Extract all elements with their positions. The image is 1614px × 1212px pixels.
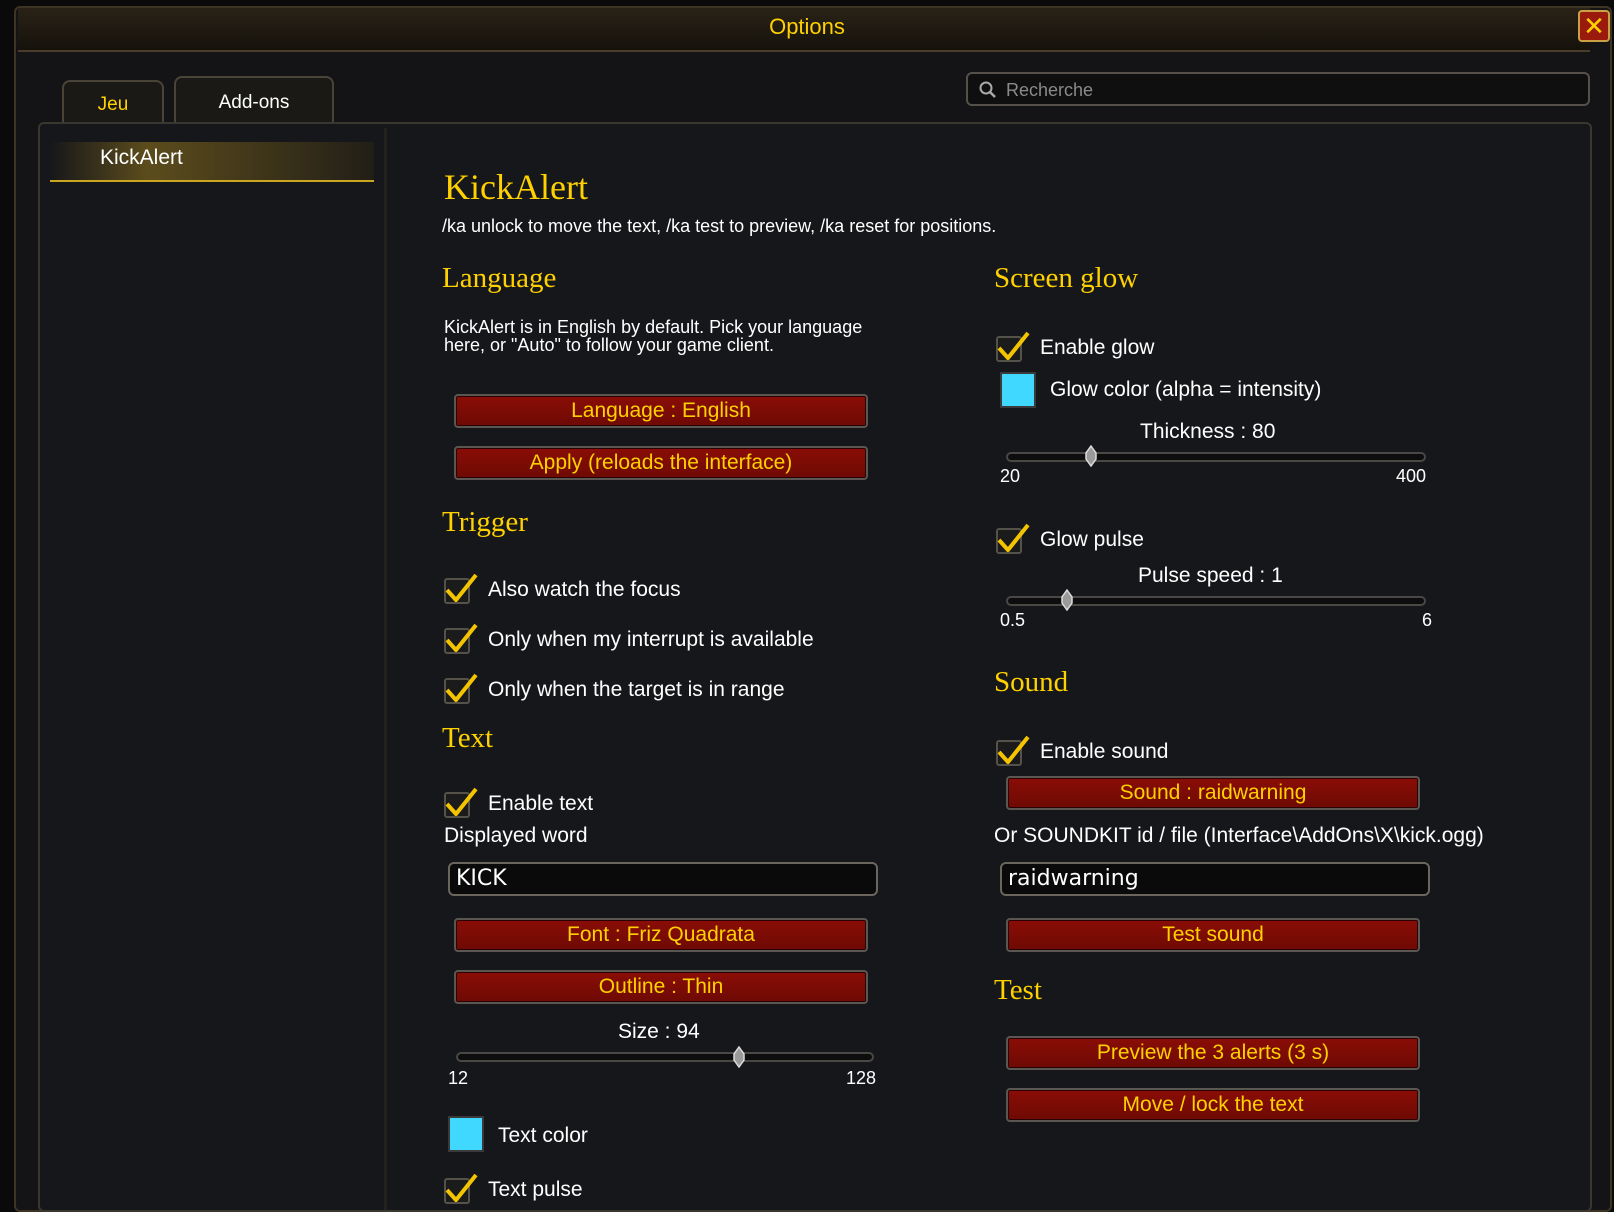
thickness-label: Thickness : 80 — [1140, 420, 1276, 443]
test-sound-button[interactable]: Test sound — [1006, 918, 1420, 952]
thickness-slider[interactable] — [1006, 452, 1426, 462]
window-title: Options — [769, 14, 845, 39]
focus-checkbox[interactable] — [442, 570, 478, 606]
interrupt-available-label: Only when my interrupt is available — [488, 628, 814, 651]
size-slider-thumb[interactable] — [733, 1046, 745, 1068]
in-range-label: Only when the target is in range — [488, 678, 785, 701]
enable-sound-label: Enable sound — [1040, 740, 1169, 763]
language-heading: Language — [442, 262, 557, 294]
text-pulse-label: Text pulse — [488, 1178, 583, 1201]
soundkit-input[interactable]: raidwarning — [1000, 862, 1430, 896]
size-max: 128 — [846, 1068, 877, 1088]
displayed-word-label: Displayed word — [444, 824, 588, 847]
pulse-speed-max: 6 — [1422, 610, 1433, 630]
in-range-checkbox[interactable] — [442, 670, 478, 706]
check-icon — [445, 673, 478, 702]
glow-color-label: Glow color (alpha = intensity) — [1050, 378, 1322, 401]
glow-pulse-label: Glow pulse — [1040, 528, 1144, 551]
trigger-heading: Trigger — [442, 506, 528, 538]
glow-pulse-checkbox[interactable] — [994, 520, 1030, 556]
glow-color-swatch[interactable] — [1000, 372, 1036, 408]
page-title: KickAlert — [444, 167, 588, 207]
interrupt-available-checkbox[interactable] — [442, 620, 478, 656]
tab-jeu-label: Jeu — [97, 94, 129, 115]
enable-glow-label: Enable glow — [1040, 336, 1155, 359]
tab-addons[interactable]: Add-ons — [174, 76, 334, 124]
soundkit-label: Or SOUNDKIT id / file (Interface\AddOns\… — [994, 824, 1484, 847]
text-heading: Text — [442, 722, 494, 754]
screen-glow-heading: Screen glow — [994, 262, 1139, 294]
check-icon — [997, 331, 1030, 360]
pulse-speed-slider-thumb[interactable] — [1061, 589, 1073, 611]
enable-sound-checkbox[interactable] — [994, 732, 1030, 768]
size-min: 12 — [448, 1068, 469, 1088]
sound-heading: Sound — [994, 666, 1069, 698]
check-icon — [997, 523, 1030, 552]
test-heading: Test — [994, 974, 1042, 1006]
enable-text-label: Enable text — [488, 792, 594, 815]
tab-addons-label: Add-ons — [218, 92, 290, 113]
move-lock-text-button[interactable]: Move / lock the text — [1006, 1088, 1420, 1122]
text-color-label: Text color — [498, 1124, 588, 1147]
sidebar-divider — [384, 128, 387, 1210]
check-icon — [445, 787, 478, 816]
search-input[interactable] — [1004, 77, 1568, 103]
preview-alerts-button[interactable]: Preview the 3 alerts (3 s) — [1006, 1036, 1420, 1070]
page-hint: /ka unlock to move the text, /ka test to… — [442, 216, 997, 236]
thickness-slider-thumb[interactable] — [1085, 445, 1097, 467]
check-icon — [445, 1173, 478, 1202]
size-label: Size : 94 — [618, 1020, 700, 1043]
check-icon — [445, 623, 478, 652]
thickness-max: 400 — [1396, 466, 1427, 486]
search-icon — [979, 81, 996, 98]
enable-glow-checkbox[interactable] — [994, 328, 1030, 364]
sidebar-item-kickalert[interactable]: KickAlert — [50, 142, 374, 182]
apply-reload-button[interactable]: Apply (reloads the interface) — [454, 446, 868, 480]
thickness-min: 20 — [1000, 466, 1021, 486]
sidebar-item-label: KickAlert — [100, 146, 183, 169]
search-box[interactable] — [966, 72, 1590, 106]
check-icon — [445, 573, 478, 602]
sound-select-button[interactable]: Sound : raidwarning — [1006, 776, 1420, 810]
outline-button[interactable]: Outline : Thin — [454, 970, 868, 1004]
size-slider[interactable] — [456, 1052, 874, 1062]
focus-label: Also watch the focus — [488, 578, 681, 601]
text-color-swatch[interactable] — [448, 1116, 484, 1152]
language-button[interactable]: Language : English — [454, 394, 868, 428]
pulse-speed-label: Pulse speed : 1 — [1138, 564, 1283, 587]
displayed-word-input[interactable]: KICK — [448, 862, 878, 896]
font-button[interactable]: Font : Friz Quadrata — [454, 918, 868, 952]
tab-jeu[interactable]: Jeu — [62, 80, 164, 124]
language-description: KickAlert is in English by default. Pick… — [444, 317, 863, 355]
close-icon: ✕ — [1583, 12, 1605, 42]
close-button[interactable]: ✕ — [1578, 10, 1610, 42]
text-pulse-checkbox[interactable] — [442, 1170, 478, 1206]
enable-text-checkbox[interactable] — [442, 784, 478, 820]
pulse-speed-min: 0.5 — [1000, 610, 1026, 630]
check-icon — [997, 735, 1030, 764]
